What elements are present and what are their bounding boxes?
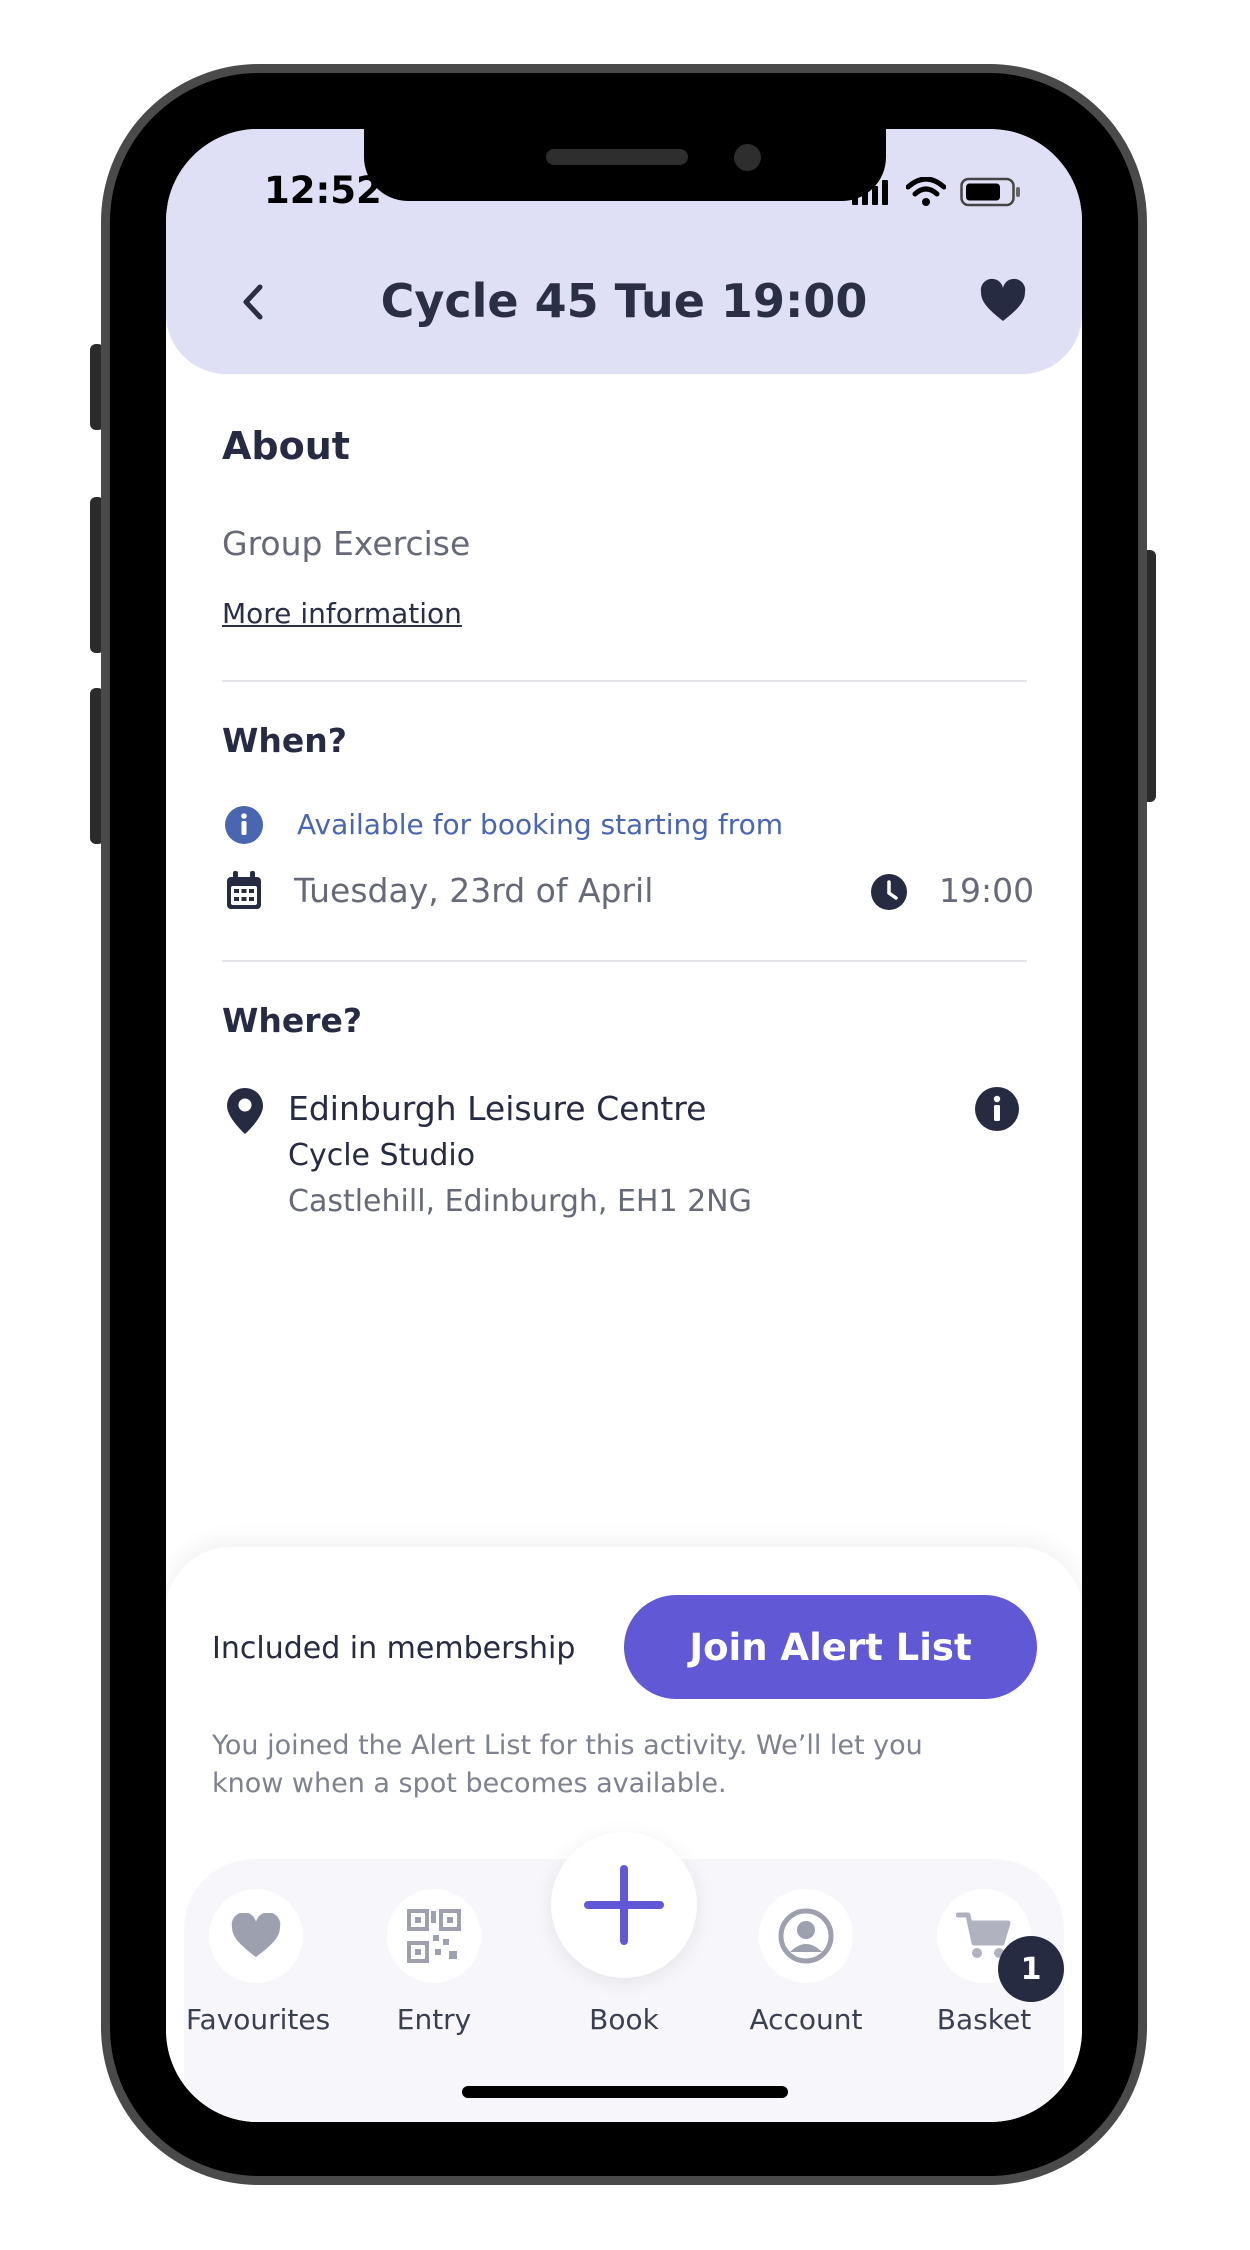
venue-info-icon[interactable] [974, 1086, 1020, 1132]
page-title: Cycle 45 Tue 19:00 [380, 274, 868, 328]
info-icon [225, 806, 263, 844]
session-time: 19:00 [939, 871, 1035, 910]
tab-favourites-icon-wrap [209, 1889, 303, 1983]
tab-entry-label: Entry [396, 2003, 472, 2036]
tab-favourites[interactable]: Favourites [186, 1889, 331, 2036]
when-heading: When? [222, 721, 347, 760]
where-heading: Where? [222, 1001, 363, 1040]
wifi-icon [906, 177, 946, 206]
room-name: Cycle Studio [288, 1138, 476, 1173]
tab-book-label: Book [589, 2003, 659, 2036]
venue-name: Edinburgh Leisure Centre [288, 1089, 707, 1128]
favourite-button[interactable] [978, 277, 1028, 327]
tab-account[interactable]: Account [736, 1889, 876, 2036]
app-screen: 12:52 Cycle 45 Tue 19:00 About Group Exe… [166, 129, 1082, 2122]
availability-note: Available for booking starting from [297, 808, 784, 841]
speaker [546, 149, 688, 165]
tab-favourites-label: Favourites [186, 2003, 331, 2036]
user-icon [778, 1908, 834, 1964]
tab-account-label: Account [749, 2003, 863, 2036]
divider [222, 680, 1027, 682]
notch [364, 129, 886, 201]
activity-category: Group Exercise [222, 524, 471, 563]
session-date: Tuesday, 23rd of April [294, 871, 654, 910]
calendar-icon [227, 871, 261, 909]
home-indicator[interactable] [462, 2086, 788, 2098]
clock-icon [871, 874, 907, 910]
status-time: 12:52 [264, 169, 382, 212]
heart-icon [980, 278, 1026, 321]
qr-code-icon [407, 1909, 461, 1963]
membership-label: Included in membership [212, 1631, 576, 1666]
tab-account-icon-wrap [759, 1889, 853, 1983]
alert-confirmation-message: You joined the Alert List for this activ… [212, 1730, 923, 1799]
about-heading: About [222, 424, 350, 468]
basket-count-badge: 1 [998, 1936, 1064, 2002]
front-camera [734, 144, 761, 171]
join-alert-list-button[interactable]: Join Alert List [624, 1595, 1037, 1699]
battery-icon [960, 177, 1020, 207]
tab-basket-label: Basket [936, 2003, 1032, 2036]
more-information-link[interactable]: More information [222, 597, 462, 630]
location-pin-icon [227, 1088, 263, 1134]
tab-entry[interactable]: Entry [364, 1889, 504, 2036]
tab-entry-icon-wrap [387, 1889, 481, 1983]
plus-icon [584, 1865, 664, 1945]
divider [222, 960, 1027, 962]
heart-icon [231, 1913, 281, 1957]
tab-book-button[interactable] [551, 1832, 697, 1978]
venue-address: Castlehill, Edinburgh, EH1 2NG [288, 1184, 752, 1219]
